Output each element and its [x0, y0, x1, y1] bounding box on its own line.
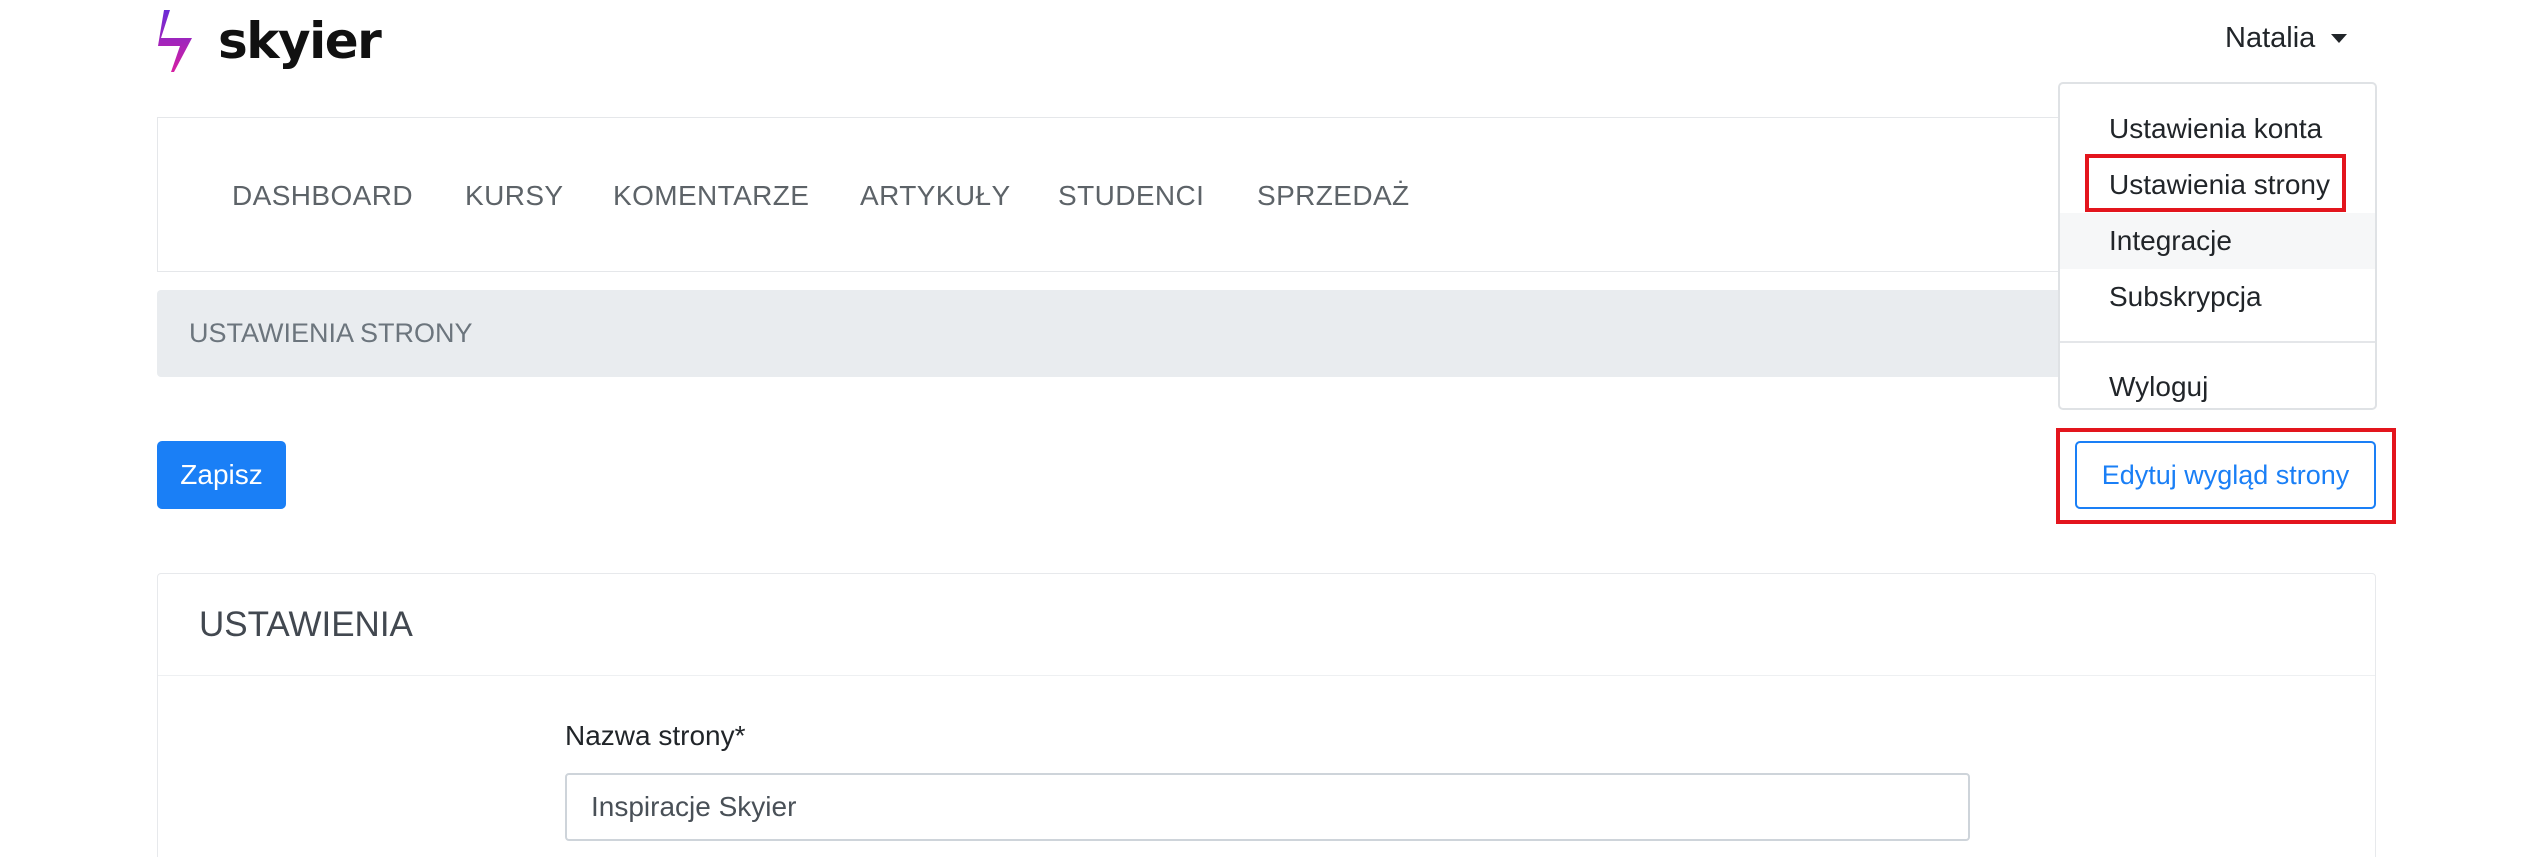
menu-item-subscription[interactable]: Subskrypcja: [2060, 269, 2375, 325]
edit-appearance-button[interactable]: Edytuj wygląd strony: [2075, 441, 2376, 509]
menu-divider: [2060, 341, 2375, 343]
user-name: Natalia: [2225, 22, 2316, 54]
nav-sprzedaz[interactable]: SPRZEDAŻ: [1257, 118, 1410, 273]
nav-komentarze[interactable]: KOMENTARZE: [613, 118, 809, 273]
menu-item-logout[interactable]: Wyloguj: [2060, 359, 2375, 408]
settings-title: USTAWIENIA: [199, 605, 413, 644]
brand-logo[interactable]: skyier: [156, 6, 382, 76]
menu-item-site-settings[interactable]: Ustawienia strony: [2060, 157, 2375, 213]
caret-down-icon: [2331, 34, 2348, 43]
nav-artykuly[interactable]: ARTYKUŁY: [860, 118, 1011, 273]
user-menu-toggle[interactable]: Natalia: [2225, 22, 2348, 55]
breadcrumb: USTAWIENIA STRONY: [157, 290, 2376, 377]
user-dropdown-menu: Ustawienia konta Ustawienia strony Integ…: [2058, 82, 2377, 410]
lightning-bolt-icon: [158, 10, 192, 72]
brand-name: skyier: [218, 12, 382, 70]
nav-kursy[interactable]: KURSY: [465, 118, 563, 273]
menu-item-account-settings[interactable]: Ustawienia konta: [2060, 101, 2375, 157]
menu-item-integrations[interactable]: Integracje: [2060, 213, 2375, 269]
site-name-input[interactable]: [565, 773, 1970, 841]
save-button[interactable]: Zapisz: [157, 441, 286, 509]
main-nav: DASHBOARD KURSY KOMENTARZE ARTYKUŁY STUD…: [157, 117, 2376, 272]
breadcrumb-current: USTAWIENIA STRONY: [189, 318, 473, 348]
site-name-label: Nazwa strony*: [565, 720, 746, 751]
settings-card-header: USTAWIENIA: [158, 574, 2375, 676]
nav-dashboard[interactable]: DASHBOARD: [232, 118, 413, 273]
nav-studenci[interactable]: STUDENCI: [1058, 118, 1204, 273]
